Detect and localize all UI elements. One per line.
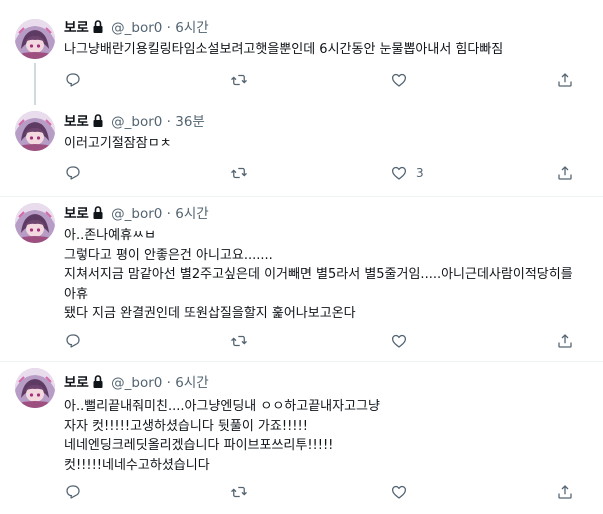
separator: · (166, 375, 171, 391)
reply-icon (64, 332, 82, 350)
tweet-actions (64, 332, 584, 352)
tweet-header: 보로 @_bor0 · 36분 (64, 113, 205, 131)
timestamp[interactable]: 6시간 (175, 375, 208, 391)
tweet[interactable]: 보로 @_bor0 · 6시간 아..존나예휴ㅆㅂ 그렇다고 평이 안좋은건 아… (0, 197, 603, 360)
tweet-header: 보로 @_bor0 · 6시간 (64, 205, 209, 223)
retweet-button[interactable] (230, 164, 256, 182)
retweet-icon (230, 71, 248, 89)
tweet[interactable]: 보로 @_bor0 · 36분 이러고기절잠잠ㅁㅊ 3 (0, 104, 603, 196)
reply-button[interactable] (64, 332, 90, 350)
avatar[interactable] (15, 368, 55, 408)
tweet[interactable]: 보로 @_bor0 · 6시간 아..뻘리끝내줘미친....아그냥엔딩내 ㅇㅇ하… (0, 362, 603, 514)
lock-icon (92, 114, 104, 128)
share-button[interactable] (556, 71, 574, 89)
like-button[interactable] (390, 483, 416, 501)
avatar[interactable] (15, 203, 55, 243)
heart-icon (390, 164, 408, 182)
heart-icon (390, 483, 408, 501)
tweet-actions (64, 71, 584, 91)
retweet-icon (230, 332, 248, 350)
tweet-text: 아..뻘리끝내줘미친....아그냥엔딩내 ㅇㅇ하고끝내자고그냥 자자 컷!!!!… (64, 399, 380, 473)
tweet-text: 아..존나예휴ㅆㅂ 그렇다고 평이 안좋은건 아니고요....... 지쳐서지금… (64, 228, 573, 321)
reply-icon (64, 164, 82, 182)
heart-icon (390, 71, 408, 89)
tweet-actions (64, 483, 584, 503)
tweet[interactable]: 보로 @_bor0 · 6시간 나그냥배란기용킬링타임소설보려고햇을뿐인데 6시… (0, 0, 603, 105)
display-name[interactable]: 보로 (64, 20, 89, 36)
retweet-button[interactable] (230, 483, 256, 501)
share-icon (556, 332, 574, 350)
lock-icon (92, 375, 104, 389)
lock-icon (92, 20, 104, 34)
display-name[interactable]: 보로 (64, 114, 89, 130)
timestamp[interactable]: 36분 (175, 114, 205, 130)
share-button[interactable] (556, 332, 574, 350)
display-name[interactable]: 보로 (64, 206, 89, 222)
reply-icon (64, 483, 82, 501)
lock-icon (92, 206, 104, 220)
like-button[interactable] (390, 71, 416, 89)
reply-icon (64, 71, 82, 89)
share-icon (556, 164, 574, 182)
separator: · (166, 114, 171, 130)
tweet-text: 이러고기절잠잠ㅁㅊ (64, 136, 172, 151)
retweet-button[interactable] (230, 71, 256, 89)
tweet-header: 보로 @_bor0 · 6시간 (64, 19, 209, 37)
timestamp[interactable]: 6시간 (175, 20, 208, 36)
retweet-icon (230, 483, 248, 501)
like-button[interactable]: 3 (390, 164, 424, 182)
avatar[interactable] (15, 111, 55, 151)
separator: · (166, 20, 171, 36)
reply-button[interactable] (64, 483, 90, 501)
timestamp[interactable]: 6시간 (175, 206, 208, 222)
separator: · (166, 206, 171, 222)
thread-line (34, 63, 36, 105)
share-button[interactable] (556, 164, 574, 182)
reply-button[interactable] (64, 71, 90, 89)
user-handle[interactable]: @_bor0 (111, 206, 162, 222)
user-handle[interactable]: @_bor0 (111, 20, 162, 36)
tweet-text: 나그냥배란기용킬링타임소설보려고햇을뿐인데 6시간동안 눈물뽑아내서 힘다빠짐 (64, 42, 504, 57)
display-name[interactable]: 보로 (64, 375, 89, 391)
like-count: 3 (416, 166, 424, 180)
tweet-actions: 3 (64, 164, 584, 184)
share-button[interactable] (556, 483, 574, 501)
heart-icon (390, 332, 408, 350)
share-icon (556, 71, 574, 89)
user-handle[interactable]: @_bor0 (111, 114, 162, 130)
tweet-header: 보로 @_bor0 · 6시간 (64, 374, 209, 392)
reply-button[interactable] (64, 164, 90, 182)
like-button[interactable] (390, 332, 416, 350)
user-handle[interactable]: @_bor0 (111, 375, 162, 391)
retweet-icon (230, 164, 248, 182)
share-icon (556, 483, 574, 501)
retweet-button[interactable] (230, 332, 256, 350)
avatar[interactable] (15, 19, 55, 59)
